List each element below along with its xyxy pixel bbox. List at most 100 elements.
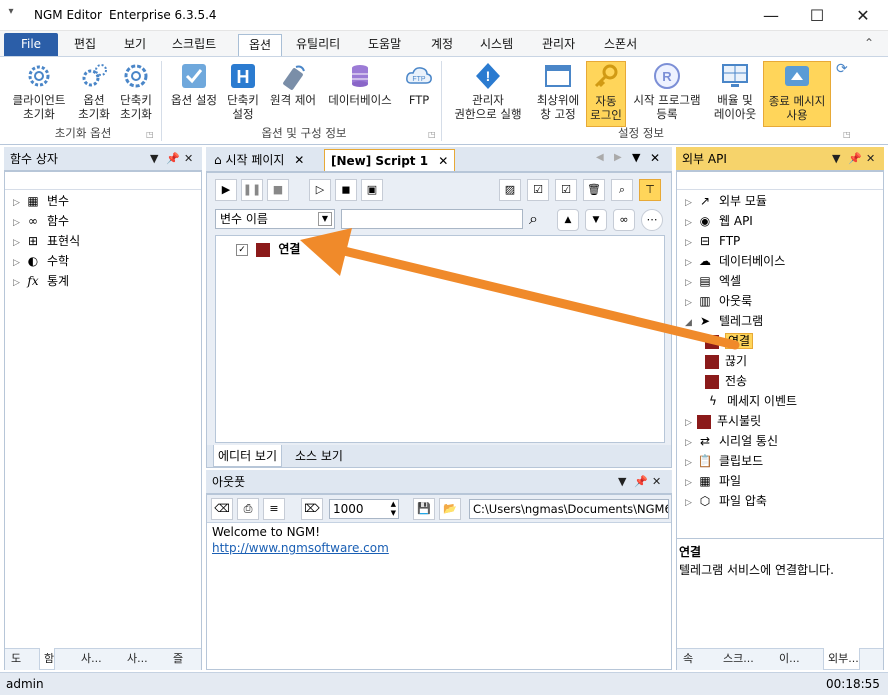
tab-functions[interactable]: 함 (39, 648, 56, 670)
api-item-clipboard[interactable]: ▷ 📋 클립보드 (685, 452, 763, 470)
folder-icon[interactable]: 📂 (439, 498, 461, 520)
expand-arrow-icon[interactable]: ▷ (685, 474, 697, 492)
tree-item-variable[interactable]: ▷ ▦ 변수 (13, 192, 69, 210)
tab-favorites[interactable]: 즐 (169, 648, 183, 670)
tab-system[interactable]: 시스템 (470, 34, 523, 56)
check-all-icon[interactable]: ☑ (527, 179, 549, 201)
panel-search-strip[interactable] (5, 172, 201, 190)
expand-arrow-icon[interactable]: ▷ (685, 414, 697, 432)
tree-item-math[interactable]: ▷ ◐ 수학 (13, 252, 69, 270)
api-item-connect[interactable]: 연결 (705, 332, 754, 350)
run-selection-icon[interactable]: ◼ (335, 179, 357, 201)
pin-icon[interactable]: 📌 (166, 147, 180, 171)
api-item-pushbullet[interactable]: ▷ 푸시불릿 (685, 412, 761, 430)
script-node-connect[interactable]: ✓ 연결 (236, 240, 300, 258)
dropdown-icon[interactable]: ▼ (618, 470, 626, 494)
delete-icon[interactable]: 🗑 (583, 179, 605, 201)
tree-item-statistics[interactable]: ▷ fx 통계 (13, 272, 69, 290)
variable-select[interactable]: 변수 이름 ▼ (215, 209, 335, 229)
pause-icon[interactable]: ❚❚ (241, 179, 263, 201)
tab-account[interactable]: 계정 (421, 34, 463, 56)
startup-register-button[interactable]: R 시작 프로그램 등록 (628, 61, 706, 121)
expand-arrow-icon[interactable]: ▷ (685, 434, 697, 452)
tab-help[interactable]: 도움말 (358, 34, 411, 56)
tab-start-page[interactable]: ⌂ 시작 페이지 ✕ (208, 149, 310, 171)
api-item-telegram[interactable]: ◢ ➤ 텔레그램 (685, 312, 763, 330)
log-path-field[interactable]: C:\Users\ngmas\Documents\NGM6\ (469, 499, 669, 519)
panel-search-strip[interactable] (677, 172, 883, 190)
api-item-send[interactable]: 전송 (705, 372, 747, 390)
group-launcher-icon[interactable]: ◳ (428, 130, 436, 139)
tab-script-1[interactable]: [New] Script 1 ✕ (324, 149, 456, 171)
tree-item-expression[interactable]: ▷ ⊞ 표현식 (13, 232, 80, 250)
chevron-down-icon[interactable]: ▼ (318, 212, 332, 226)
tab-admin[interactable]: 관리자 (532, 34, 585, 56)
clear-icon[interactable]: ⌫ (211, 498, 233, 520)
close-icon[interactable]: ✕ (294, 153, 304, 167)
list-icon[interactable]: ≡ (263, 498, 285, 520)
expand-arrow-icon[interactable]: ▷ (685, 494, 697, 512)
move-down-icon[interactable]: ▼ (585, 209, 607, 231)
run-from-icon[interactable]: ▣ (361, 179, 383, 201)
database-button[interactable]: 데이터베이스 (322, 61, 398, 107)
tab-list-icon[interactable]: ▼ (632, 151, 640, 164)
tab-edit[interactable]: 편집 (64, 34, 106, 56)
option-reset-button[interactable]: 옵션 초기화 (74, 61, 114, 121)
scroll-left-icon[interactable]: ◀ (596, 152, 604, 163)
run-icon[interactable]: ▶ (215, 179, 237, 201)
eraser-icon[interactable]: ⌦ (301, 498, 323, 520)
tab-file[interactable]: File (4, 33, 58, 56)
output-link[interactable]: http://www.ngmsoftware.com (212, 541, 389, 555)
close-icon[interactable]: ✕ (184, 147, 193, 171)
api-item-serial[interactable]: ▷ ⇄ 시리얼 통신 (685, 432, 778, 450)
image-edit-icon[interactable]: ▨ (499, 179, 521, 201)
dropdown-icon[interactable]: ▼ (832, 147, 840, 171)
stop-icon[interactable]: ■ (267, 179, 289, 201)
new-log-icon[interactable]: ⎙ (237, 498, 259, 520)
api-item-file[interactable]: ▷ ▦ 파일 (685, 472, 741, 490)
tab-scripts[interactable]: 스크... (719, 648, 754, 670)
client-reset-button[interactable]: 클라이언트 초기화 (6, 61, 72, 121)
tab-properties[interactable]: 속 (679, 648, 693, 670)
tab-utility[interactable]: 유틸리티 (286, 34, 350, 56)
tab-sponsor[interactable]: 스폰서 (594, 34, 647, 56)
group-launcher-icon[interactable]: ◳ (843, 130, 851, 139)
tab-options[interactable]: 옵션 (238, 34, 283, 56)
remote-control-button[interactable]: 원격 제어 (266, 61, 320, 107)
pin-icon[interactable]: 📌 (848, 147, 862, 171)
expand-arrow-icon[interactable]: ▷ (685, 274, 697, 292)
tab-source-view[interactable]: 소스 보기 (291, 445, 347, 467)
close-icon[interactable]: ✕ (866, 147, 875, 171)
search-input[interactable] (341, 209, 523, 229)
api-item-globe[interactable]: ▷ ◉ 웹 API (685, 212, 753, 230)
dropdown-icon[interactable]: ▼ (150, 147, 158, 171)
api-item-external-link[interactable]: ▷ ↗ 외부 모듈 (685, 192, 767, 210)
shortcut-reset-button[interactable]: 단축키 초기화 (116, 61, 156, 121)
minimize-button[interactable]: — (748, 0, 794, 31)
tab-images[interactable]: 이... (775, 648, 800, 670)
close-button[interactable]: ✕ (840, 0, 886, 31)
tab-user[interactable]: 사... (77, 648, 102, 670)
close-icon[interactable]: ✕ (652, 470, 661, 494)
api-item-zip[interactable]: ▷ ⬡ 파일 압축 (685, 492, 767, 510)
tab-user-functions[interactable]: 사... (123, 648, 148, 670)
tab-docs[interactable]: 도 (7, 648, 21, 670)
auto-login-button[interactable]: 자동 로그인 (586, 61, 626, 127)
topmost-button[interactable]: 최상위에 창 고정 (532, 61, 584, 121)
refresh-icon[interactable]: ⟳ (836, 61, 848, 77)
expand-arrow-icon[interactable]: ▷ (685, 194, 697, 212)
pin-icon[interactable]: 📌 (634, 470, 648, 494)
api-item-disconnect[interactable]: 끊기 (705, 352, 747, 370)
search-icon[interactable]: ⌕ (611, 179, 633, 201)
api-item-outlook[interactable]: ▷ ▥ 아웃룩 (685, 292, 752, 310)
move-up-icon[interactable]: ▲ (557, 209, 579, 231)
stepper-arrows-icon[interactable]: ▲ ▼ (391, 500, 396, 518)
search-icon[interactable]: ⌕ (529, 209, 538, 229)
check-icon[interactable]: ☑ (555, 179, 577, 201)
save-icon[interactable]: 💾 (413, 498, 435, 520)
system-menu-icon[interactable]: ▾ (4, 6, 18, 22)
option-settings-button[interactable]: 옵션 설정 (166, 61, 222, 107)
scroll-right-icon[interactable]: ▶ (614, 152, 622, 163)
ftp-button[interactable]: FTP FTP (402, 61, 436, 107)
exit-message-button[interactable]: 종료 메시지 사용 (763, 61, 831, 127)
